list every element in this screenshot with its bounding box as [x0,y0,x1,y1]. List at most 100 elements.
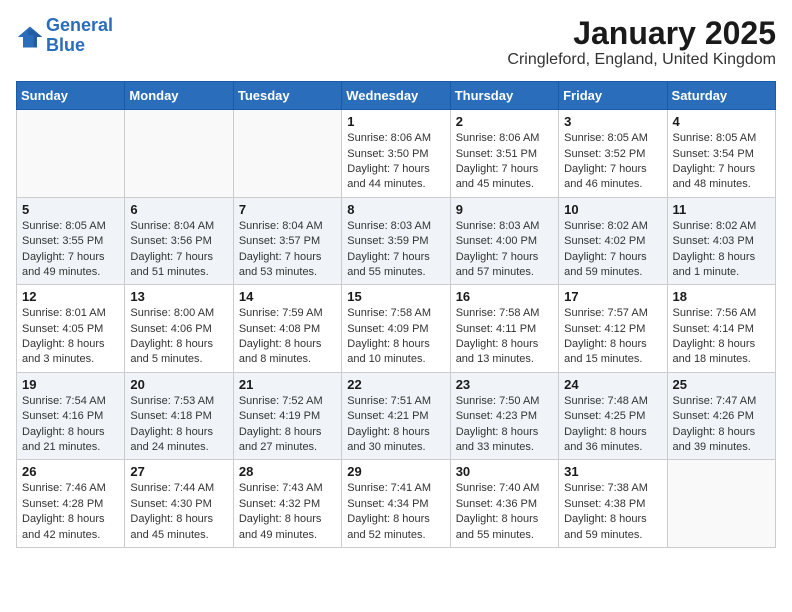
cell-info: Sunrise: 7:47 AM Sunset: 4:26 PM Dayligh… [673,394,770,456]
day-number: 13 [130,289,227,304]
day-number: 27 [130,464,227,479]
cell-info: Sunrise: 8:02 AM Sunset: 4:02 PM Dayligh… [564,219,661,281]
cell-info: Sunrise: 8:05 AM Sunset: 3:55 PM Dayligh… [22,219,119,281]
cell-info: Sunrise: 7:48 AM Sunset: 4:25 PM Dayligh… [564,394,661,456]
table-row [233,110,341,198]
table-row: 2 Sunrise: 8:06 AM Sunset: 3:51 PM Daylig… [450,110,558,198]
cell-info: Sunrise: 8:04 AM Sunset: 3:57 PM Dayligh… [239,219,336,281]
table-row: 26Sunrise: 7:46 AM Sunset: 4:28 PM Dayli… [17,460,125,548]
cell-info: Sunrise: 7:44 AM Sunset: 4:30 PM Dayligh… [130,481,227,543]
day-number: 1 [347,114,444,129]
logo-icon [16,23,44,51]
day-number: 7 [239,202,336,217]
title-block: January 2025 Cringleford, England, Unite… [507,16,776,69]
day-number: 23 [456,377,553,392]
logo-text-line1: General [46,16,113,36]
table-row: 18Sunrise: 7:56 AM Sunset: 4:14 PM Dayli… [667,285,775,373]
day-number: 30 [456,464,553,479]
day-number: 25 [673,377,770,392]
cell-info: Sunrise: 7:54 AM Sunset: 4:16 PM Dayligh… [22,394,119,456]
cell-info: Sunrise: 7:41 AM Sunset: 4:34 PM Dayligh… [347,481,444,543]
table-row: 21 Sunrise: 7:52 AM Sunset: 4:19 PM Dayli… [233,372,341,460]
page-header: General Blue January 2025 Cringleford, E… [16,16,776,69]
day-number: 14 [239,289,336,304]
table-row: 16Sunrise: 7:58 AM Sunset: 4:11 PM Dayli… [450,285,558,373]
table-row: 15Sunrise: 7:58 AM Sunset: 4:09 PM Dayli… [342,285,450,373]
table-row [17,110,125,198]
day-number: 8 [347,202,444,217]
table-row: 27 Sunrise: 7:44 AM Sunset: 4:30 PM Dayli… [125,460,233,548]
day-number: 20 [130,377,227,392]
day-number: 9 [456,202,553,217]
cell-info: Sunrise: 8:05 AM Sunset: 3:54 PM Dayligh… [673,131,770,193]
cell-info: Sunrise: 7:50 AM Sunset: 4:23 PM Dayligh… [456,394,553,456]
table-row: 22Sunrise: 7:51 AM Sunset: 4:21 PM Dayli… [342,372,450,460]
day-number: 17 [564,289,661,304]
cell-info: Sunrise: 8:06 AM Sunset: 3:51 PM Dayligh… [456,131,553,193]
cell-info: Sunrise: 7:38 AM Sunset: 4:38 PM Dayligh… [564,481,661,543]
header-sunday: Sunday [17,82,125,110]
calendar-week-row: 5 Sunrise: 8:05 AM Sunset: 3:55 PM Daylig… [17,197,776,285]
header-wednesday: Wednesday [342,82,450,110]
table-row: 5 Sunrise: 8:05 AM Sunset: 3:55 PM Daylig… [17,197,125,285]
cell-info: Sunrise: 7:53 AM Sunset: 4:18 PM Dayligh… [130,394,227,456]
table-row: 1 Sunrise: 8:06 AM Sunset: 3:50 PM Daylig… [342,110,450,198]
cell-info: Sunrise: 7:57 AM Sunset: 4:12 PM Dayligh… [564,306,661,368]
day-number: 3 [564,114,661,129]
table-row: 31 Sunrise: 7:38 AM Sunset: 4:38 PM Dayli… [559,460,667,548]
header-saturday: Saturday [667,82,775,110]
table-row: 12Sunrise: 8:01 AM Sunset: 4:05 PM Dayli… [17,285,125,373]
table-row: 10 Sunrise: 8:02 AM Sunset: 4:02 PM Dayli… [559,197,667,285]
cell-info: Sunrise: 8:01 AM Sunset: 4:05 PM Dayligh… [22,306,119,368]
logo-text-line2: Blue [46,36,113,56]
table-row: 8 Sunrise: 8:03 AM Sunset: 3:59 PM Daylig… [342,197,450,285]
cell-info: Sunrise: 8:06 AM Sunset: 3:50 PM Dayligh… [347,131,444,193]
day-number: 18 [673,289,770,304]
calendar-week-row: 19Sunrise: 7:54 AM Sunset: 4:16 PM Dayli… [17,372,776,460]
day-number: 26 [22,464,119,479]
cell-info: Sunrise: 8:02 AM Sunset: 4:03 PM Dayligh… [673,219,770,281]
calendar-week-row: 1 Sunrise: 8:06 AM Sunset: 3:50 PM Daylig… [17,110,776,198]
table-row [667,460,775,548]
day-number: 11 [673,202,770,217]
day-number: 2 [456,114,553,129]
table-row: 13 Sunrise: 8:00 AM Sunset: 4:06 PM Dayli… [125,285,233,373]
table-row: 25 Sunrise: 7:47 AM Sunset: 4:26 PM Dayli… [667,372,775,460]
day-number: 10 [564,202,661,217]
table-row [125,110,233,198]
day-number: 21 [239,377,336,392]
cell-info: Sunrise: 8:05 AM Sunset: 3:52 PM Dayligh… [564,131,661,193]
calendar-table: Sunday Monday Tuesday Wednesday Thursday… [16,81,776,548]
logo: General Blue [16,16,113,56]
table-row: 3 Sunrise: 8:05 AM Sunset: 3:52 PM Daylig… [559,110,667,198]
cell-info: Sunrise: 8:03 AM Sunset: 3:59 PM Dayligh… [347,219,444,281]
table-row: 14 Sunrise: 7:59 AM Sunset: 4:08 PM Dayli… [233,285,341,373]
day-number: 5 [22,202,119,217]
table-row: 19Sunrise: 7:54 AM Sunset: 4:16 PM Dayli… [17,372,125,460]
month-title: January 2025 [507,16,776,51]
table-row: 29 Sunrise: 7:41 AM Sunset: 4:34 PM Dayli… [342,460,450,548]
day-number: 31 [564,464,661,479]
cell-info: Sunrise: 7:52 AM Sunset: 4:19 PM Dayligh… [239,394,336,456]
table-row: 23 Sunrise: 7:50 AM Sunset: 4:23 PM Dayli… [450,372,558,460]
cell-info: Sunrise: 7:59 AM Sunset: 4:08 PM Dayligh… [239,306,336,368]
day-number: 15 [347,289,444,304]
cell-info: Sunrise: 7:40 AM Sunset: 4:36 PM Dayligh… [456,481,553,543]
day-number: 24 [564,377,661,392]
cell-info: Sunrise: 7:51 AM Sunset: 4:21 PM Dayligh… [347,394,444,456]
cell-info: Sunrise: 8:04 AM Sunset: 3:56 PM Dayligh… [130,219,227,281]
table-row: 30 Sunrise: 7:40 AM Sunset: 4:36 PM Dayli… [450,460,558,548]
day-number: 6 [130,202,227,217]
day-number: 29 [347,464,444,479]
day-number: 16 [456,289,553,304]
table-row: 6 Sunrise: 8:04 AM Sunset: 3:56 PM Daylig… [125,197,233,285]
table-row: 11 Sunrise: 8:02 AM Sunset: 4:03 PM Dayli… [667,197,775,285]
table-row: 24 Sunrise: 7:48 AM Sunset: 4:25 PM Dayli… [559,372,667,460]
calendar-week-row: 26Sunrise: 7:46 AM Sunset: 4:28 PM Dayli… [17,460,776,548]
header-friday: Friday [559,82,667,110]
cell-info: Sunrise: 8:00 AM Sunset: 4:06 PM Dayligh… [130,306,227,368]
day-number: 4 [673,114,770,129]
table-row: 9Sunrise: 8:03 AM Sunset: 4:00 PM Daylig… [450,197,558,285]
cell-info: Sunrise: 7:43 AM Sunset: 4:32 PM Dayligh… [239,481,336,543]
header-thursday: Thursday [450,82,558,110]
